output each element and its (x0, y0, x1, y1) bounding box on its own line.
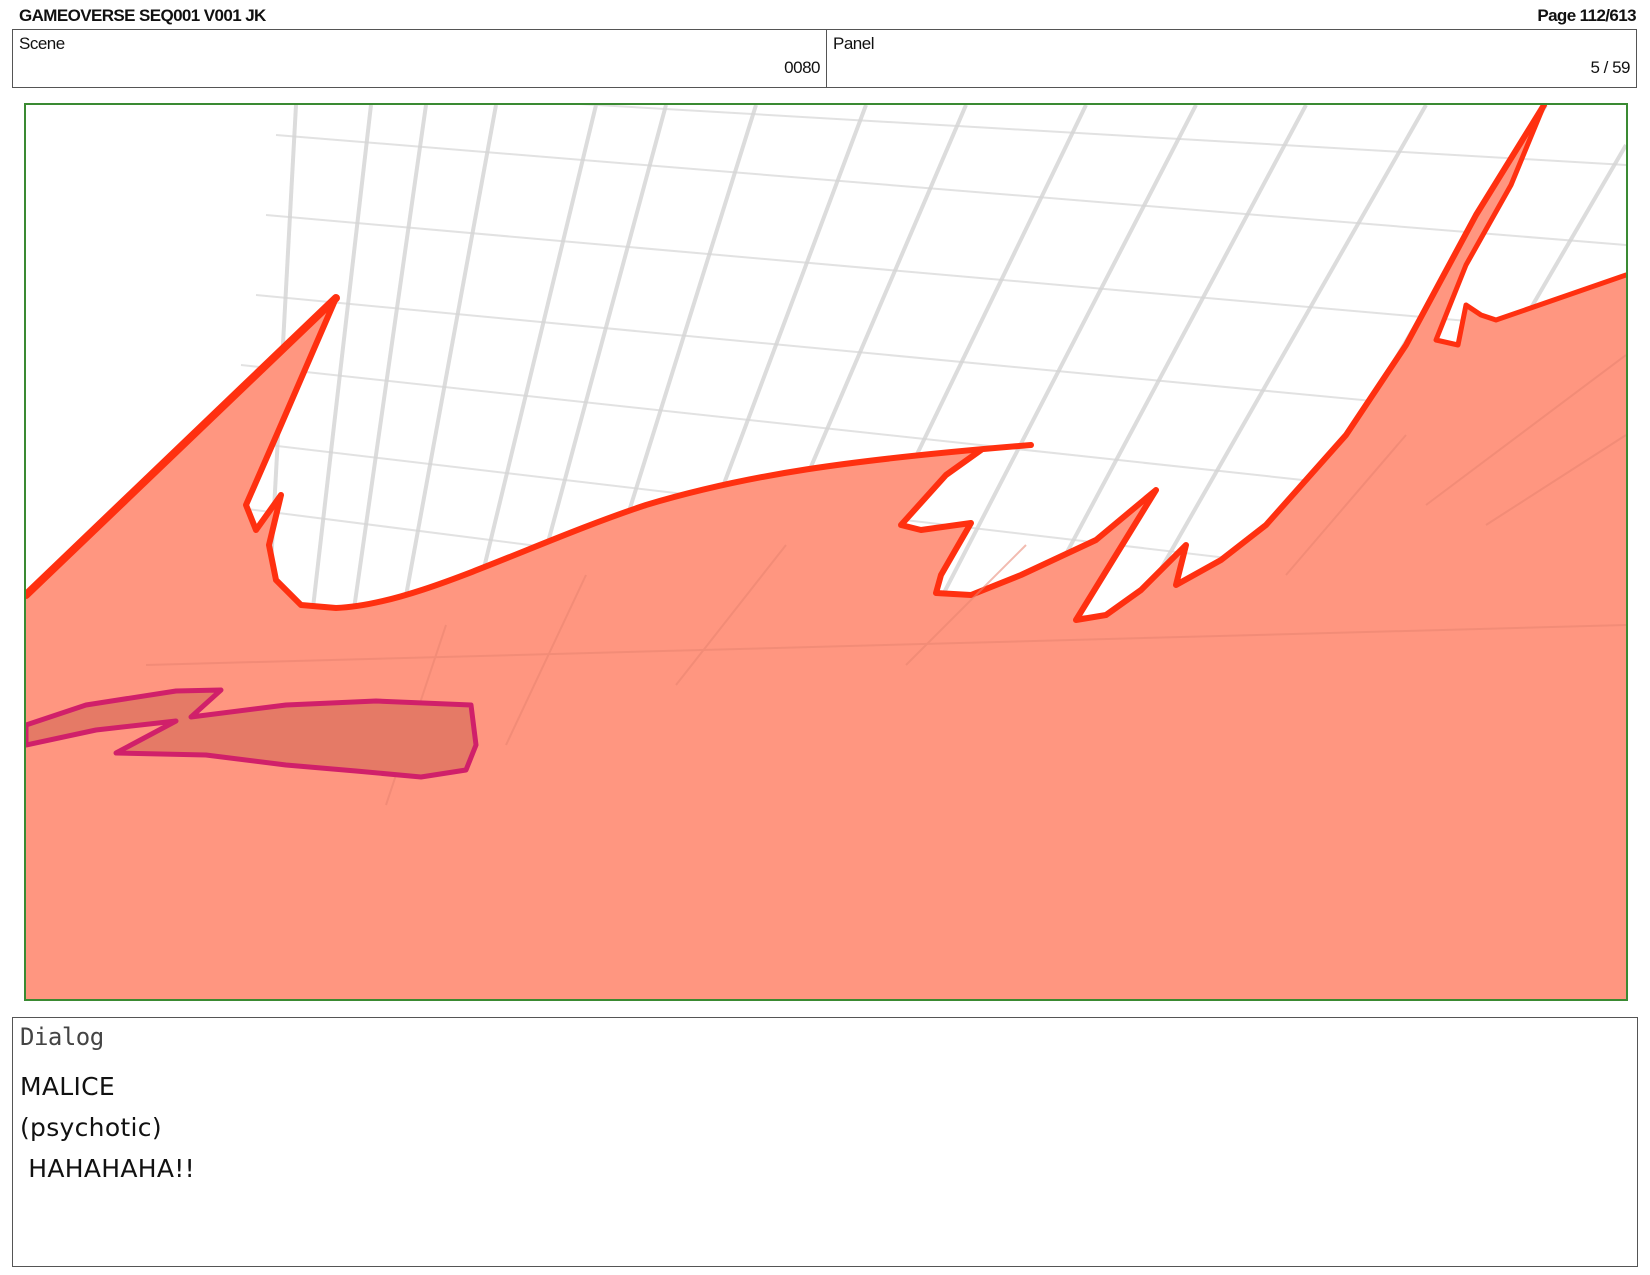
scene-panel-info: Scene 0080 Panel 5 / 59 (12, 29, 1637, 88)
dialog-line-text: HAHAHAHA!! (20, 1154, 195, 1183)
storyboard-page: GAMEOVERSE SEQ001 V001 JK Page 112/613 S… (0, 0, 1650, 1275)
scene-number: 0080 (784, 58, 820, 77)
dialog-label: Dialog (20, 1023, 104, 1051)
panel-cell: Panel 5 / 59 (827, 30, 1636, 87)
scene-cell: Scene 0080 (13, 30, 827, 87)
scene-label: Scene (19, 34, 65, 53)
page-number: Page 112/613 (1537, 6, 1636, 25)
panel-artwork (26, 105, 1626, 999)
dialog-parenthetical: (psychotic) (20, 1113, 162, 1142)
panel-drawing-frame (24, 103, 1628, 1001)
panel-label: Panel (833, 34, 874, 53)
dialog-text: MALICE (psychotic) HAHAHAHA!! (20, 1066, 195, 1189)
document-title: GAMEOVERSE SEQ001 V001 JK (19, 6, 266, 25)
panel-number: 5 / 59 (1590, 58, 1630, 77)
flame-shape (26, 105, 1626, 999)
dialog-character-name: MALICE (20, 1072, 116, 1101)
page-header: GAMEOVERSE SEQ001 V001 JK Page 112/613 (19, 6, 1637, 28)
dialog-section: Dialog MALICE (psychotic) HAHAHAHA!! (12, 1017, 1638, 1267)
